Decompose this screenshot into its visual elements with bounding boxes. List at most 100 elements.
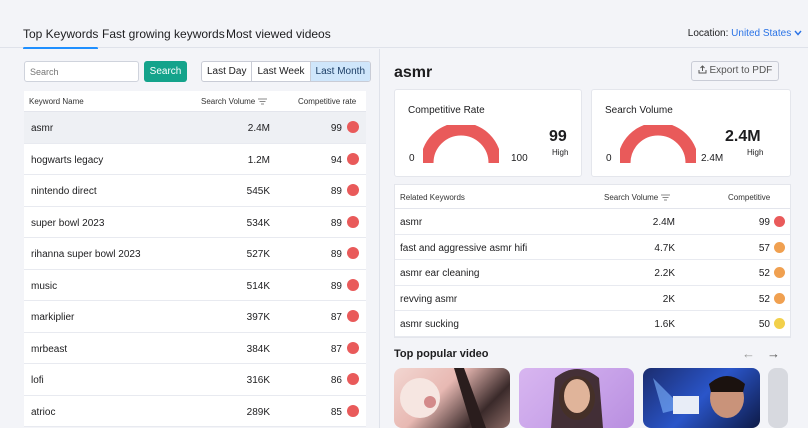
table-row[interactable]: super bowl 2023 534K 89 xyxy=(24,207,366,238)
keyword-detail-panel: asmr Export to PDF Competitive Rate 0 10… xyxy=(381,49,808,428)
table-row[interactable]: asmr 2.4M 99 xyxy=(24,112,366,144)
table-row[interactable]: hogwarts legacy 1.2M 94 xyxy=(24,144,366,175)
keyword-rate: 89 xyxy=(330,217,342,229)
period-selector: Last Day Last Week Last Month xyxy=(201,61,372,82)
keyword-rate: 87 xyxy=(330,312,342,323)
table-row[interactable]: mrbeast 384K 87 xyxy=(24,333,366,364)
rate-indicator-dot xyxy=(347,310,359,322)
competitive-rate-value: 99 xyxy=(549,128,567,145)
table-row[interactable]: atrioc 289K 85 xyxy=(24,396,366,427)
popular-video-title: Top popular video xyxy=(394,348,489,360)
thumbnail-image xyxy=(400,368,486,428)
carousel-next-button[interactable]: → xyxy=(767,346,780,361)
table-row[interactable]: asmr ear cleaning 2.2K 52 xyxy=(395,260,790,286)
table-row[interactable]: asmr 2.4M 99 xyxy=(395,209,790,235)
keyword-name: atrioc xyxy=(31,406,56,418)
related-table-header: Related Keywords Search Volume Competiti… xyxy=(395,185,790,209)
sort-icon[interactable] xyxy=(660,194,670,201)
export-label: Export to PDF xyxy=(709,65,773,76)
competitive-rate-title: Competitive Rate xyxy=(408,105,485,116)
keyword-volume: 514K xyxy=(246,280,270,292)
rate-indicator-dot xyxy=(347,247,359,259)
sort-icon[interactable] xyxy=(257,98,267,105)
related-keywords-table: Related Keywords Search Volume Competiti… xyxy=(394,184,791,338)
export-pdf-button[interactable]: Export to PDF xyxy=(691,61,779,81)
search-button[interactable]: Search xyxy=(144,61,187,82)
related-keyword-competitive: 57 xyxy=(758,242,770,254)
video-thumbnail[interactable] xyxy=(643,368,760,428)
related-keyword-name: asmr xyxy=(400,217,423,228)
tab-fast-growing-keywords[interactable]: Fast growing keywords xyxy=(102,27,225,41)
competitive-rate-gauge xyxy=(423,125,499,164)
table-row[interactable]: asmr sucking 1.6K 50 xyxy=(395,311,790,337)
table-row[interactable]: revving asmr 2K 52 xyxy=(395,286,790,311)
related-keyword-volume: 2K xyxy=(662,293,675,305)
rate-indicator-dot xyxy=(347,278,359,291)
video-thumbnail-partial[interactable] xyxy=(768,368,788,428)
keyword-volume: 2.4M xyxy=(247,123,270,134)
keyword-name: rihanna super bowl 2023 xyxy=(31,249,141,260)
video-thumbnail[interactable] xyxy=(394,368,510,428)
table-row[interactable]: lofi 316K 86 xyxy=(24,364,366,396)
rate-indicator-dot xyxy=(347,404,359,417)
keyword-volume: 289K xyxy=(246,406,270,418)
competitive-rate-card: Competitive Rate 0 100 99 High xyxy=(394,89,582,177)
rate-indicator-dot xyxy=(347,121,359,133)
table-row[interactable]: music 514K 89 xyxy=(24,270,366,301)
keyword-rate: 94 xyxy=(330,154,342,166)
keyword-volume: 545K xyxy=(246,186,270,197)
table-row[interactable]: fast and aggressive asmr hifi 4.7K 57 xyxy=(395,235,790,260)
related-keyword-volume: 1.6K xyxy=(654,319,675,330)
competitive-indicator-dot xyxy=(774,241,785,253)
related-keyword-volume: 2.4M xyxy=(652,217,675,228)
keyword-volume: 527K xyxy=(246,249,270,260)
competitive-indicator-dot xyxy=(774,318,785,329)
location-value[interactable]: United States xyxy=(731,28,791,39)
keyword-name: nintendo direct xyxy=(31,186,97,197)
keyword-rate: 89 xyxy=(330,186,342,197)
carousel-prev-button[interactable]: ← xyxy=(742,346,755,361)
thumbnail-image xyxy=(551,369,603,428)
keyword-rate: 89 xyxy=(330,280,342,292)
header-related-competitive: Competitive xyxy=(728,193,771,202)
competitive-indicator-dot xyxy=(774,216,785,227)
competitive-indicator-dot xyxy=(774,267,785,278)
keyword-rate: 87 xyxy=(330,343,342,355)
period-last-month[interactable]: Last Month xyxy=(310,62,371,81)
rate-indicator-dot xyxy=(347,215,359,228)
keyword-name: lofi xyxy=(31,375,44,386)
table-row[interactable]: markiplier 397K 87 xyxy=(24,301,366,333)
period-last-day[interactable]: Last Day xyxy=(202,62,253,81)
video-thumbnail[interactable] xyxy=(519,368,634,428)
header-related-volume[interactable]: Search Volume xyxy=(604,193,670,202)
keyword-rate: 99 xyxy=(330,123,342,134)
tab-most-viewed-videos[interactable]: Most viewed videos xyxy=(226,27,331,41)
keywords-panel: Search Last Day Last Week Last Month Key… xyxy=(0,49,380,428)
header-search-volume-label: Search Volume xyxy=(201,97,256,106)
volume-gauge-min: 0 xyxy=(606,153,612,164)
keywords-table: Keyword Name Search Volume Competitive r… xyxy=(24,91,366,427)
chevron-down-icon[interactable] xyxy=(794,30,802,36)
header-related-volume-label: Search Volume xyxy=(604,193,659,202)
related-keyword-volume: 2.2K xyxy=(654,268,675,279)
search-volume-title: Search Volume xyxy=(605,105,673,116)
search-volume-card: Search Volume 0 2.4M 2.4M High xyxy=(591,89,791,177)
table-row[interactable]: nintendo direct 545K 89 xyxy=(24,175,366,207)
keyword-volume: 384K xyxy=(246,343,270,355)
rate-indicator-dot xyxy=(347,152,359,165)
header-search-volume[interactable]: Search Volume xyxy=(201,97,267,106)
keyword-volume: 1.2M xyxy=(247,154,270,166)
tab-top-keywords[interactable]: Top Keywords xyxy=(23,27,99,50)
search-volume-level: High xyxy=(747,148,764,157)
keyword-volume: 397K xyxy=(246,312,270,323)
keyword-name: hogwarts legacy xyxy=(31,154,104,166)
header-competitive-rate: Competitive rate xyxy=(298,97,357,106)
rate-indicator-dot xyxy=(347,373,359,385)
keyword-volume: 534K xyxy=(246,217,270,229)
header-keyword-name: Keyword Name xyxy=(29,97,84,106)
period-last-week[interactable]: Last Week xyxy=(252,62,311,81)
search-input[interactable] xyxy=(24,61,139,82)
table-row[interactable]: rihanna super bowl 2023 527K 89 xyxy=(24,238,366,270)
location-selector[interactable]: Location: United States xyxy=(688,28,802,39)
competitive-rate-level: High xyxy=(552,148,569,157)
